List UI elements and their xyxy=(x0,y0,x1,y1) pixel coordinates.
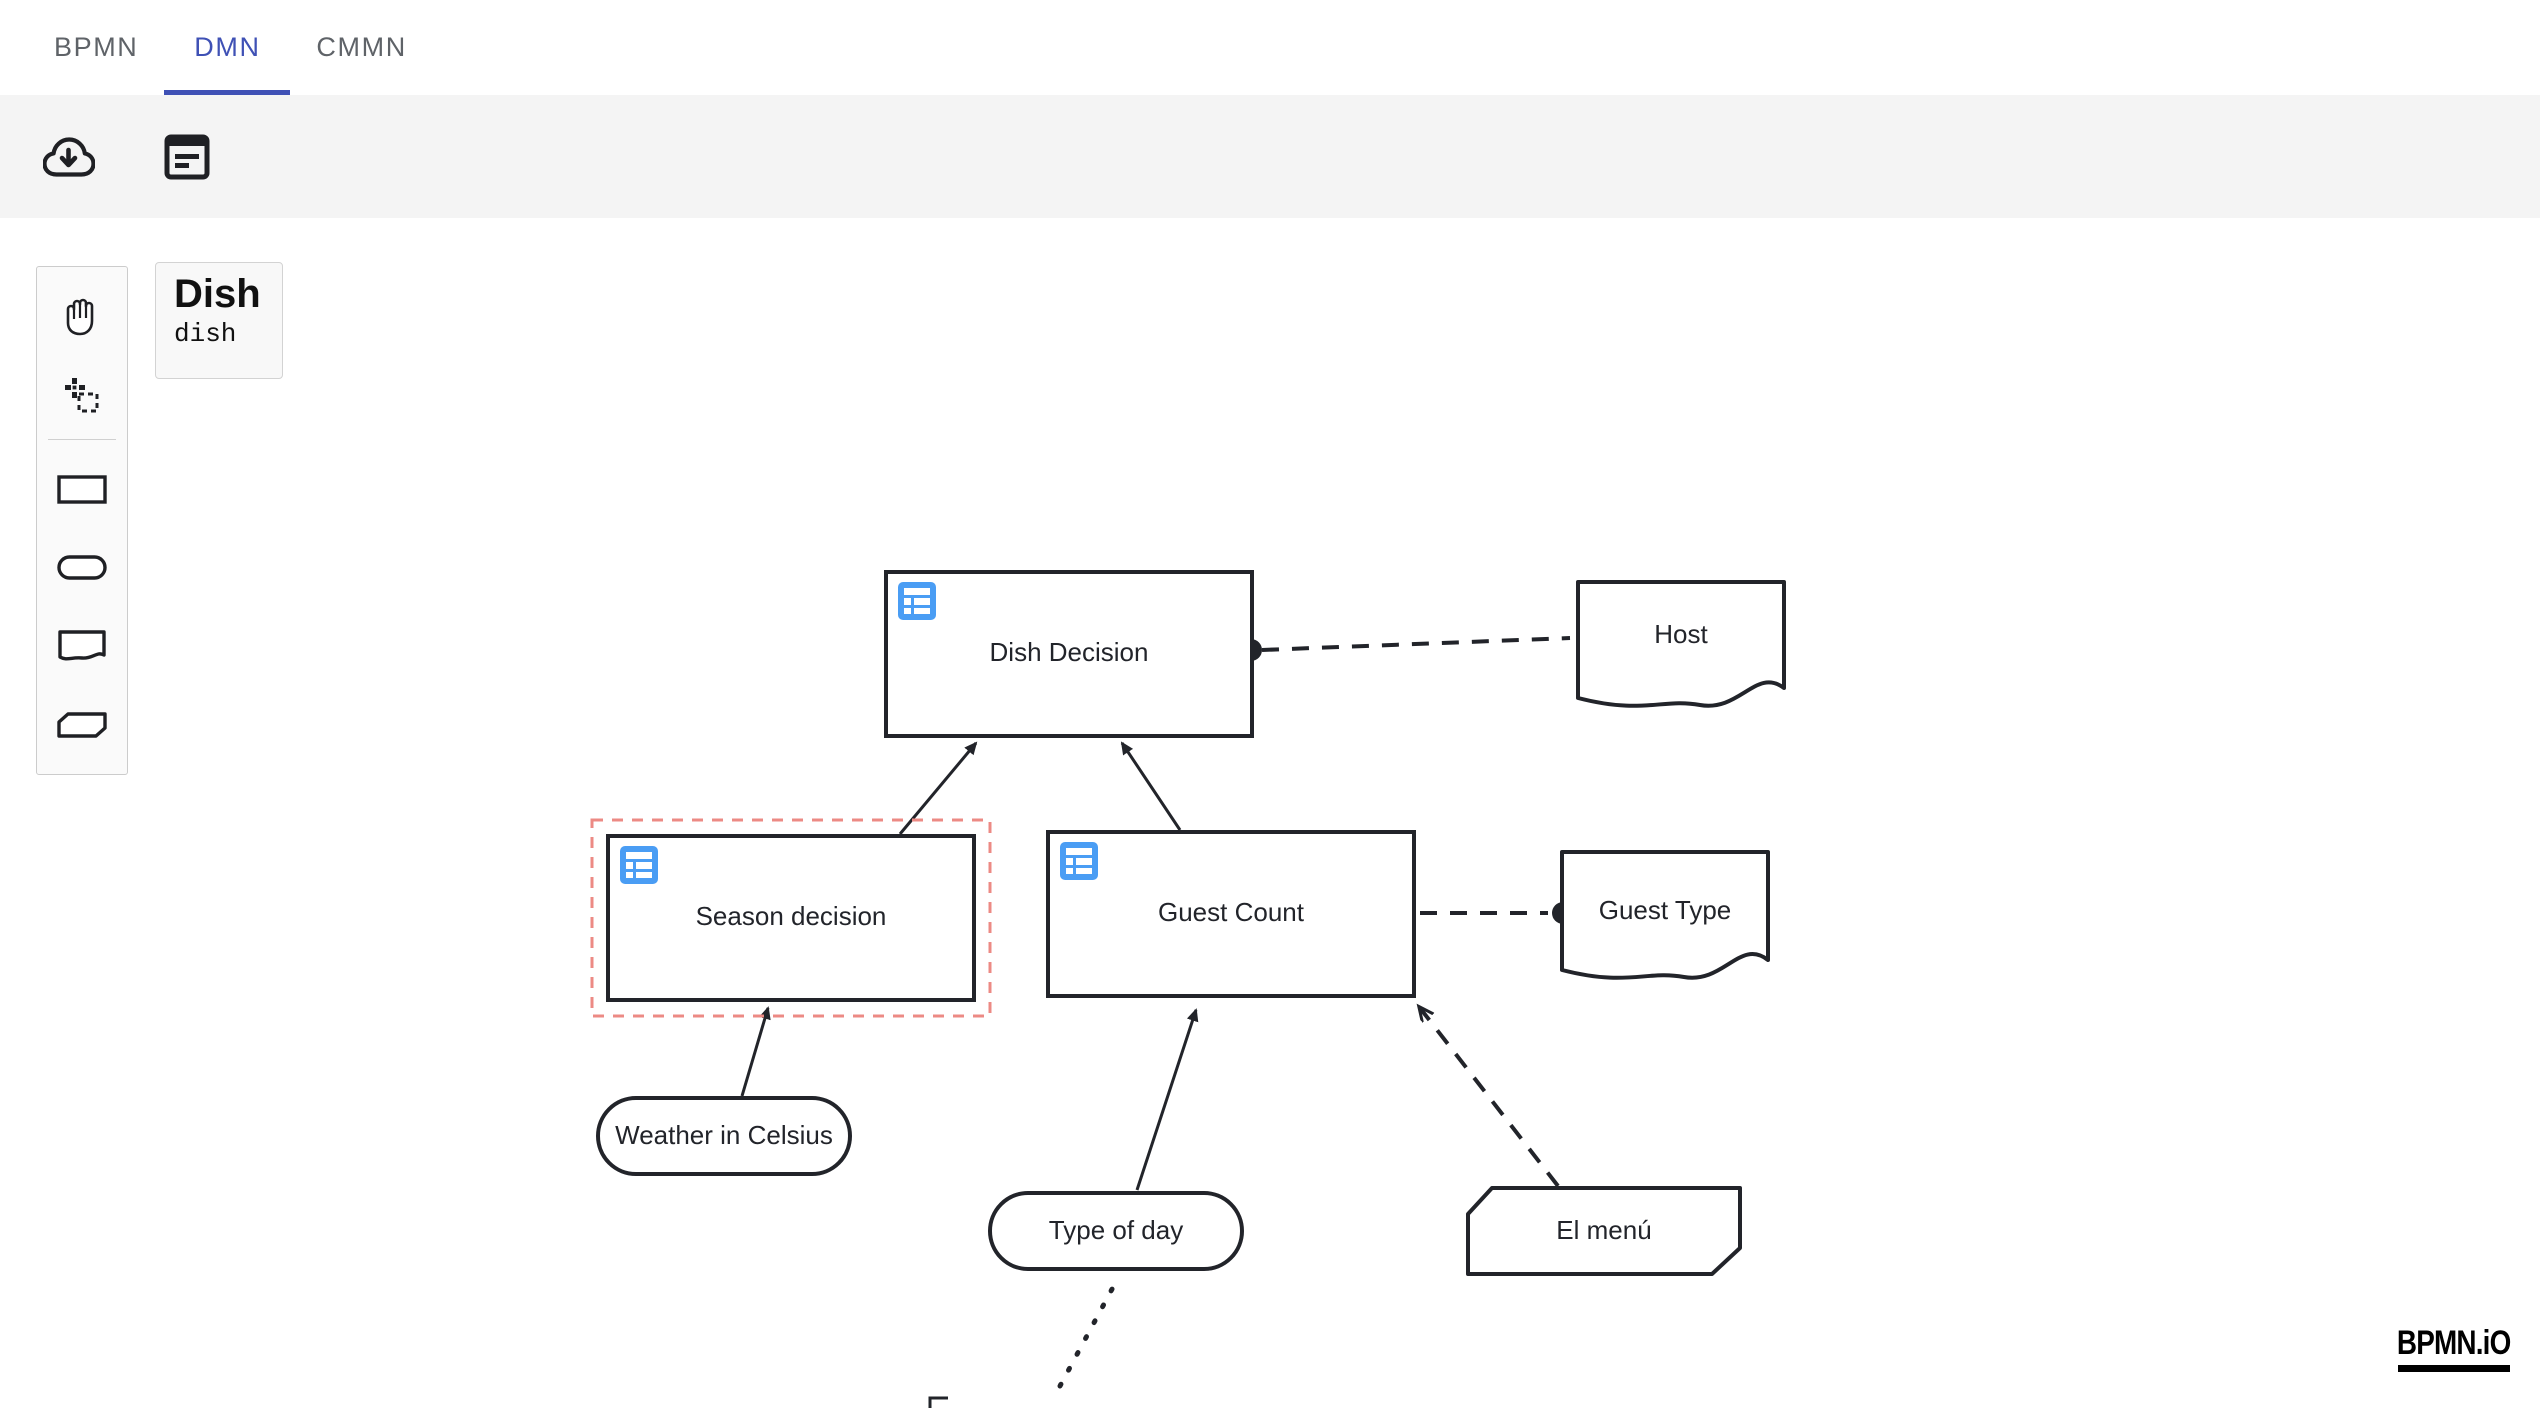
edge-guestcount-to-dish[interactable] xyxy=(1122,743,1180,830)
edge-guestcount-to-guesttype[interactable] xyxy=(1420,902,1574,924)
node-label-dish-decision: Dish Decision xyxy=(990,637,1149,667)
node-text-annotation[interactable]: Week day or week end xyxy=(930,1398,1160,1408)
editor-tabs: BPMN DMN CMMN xyxy=(0,0,2540,95)
tab-bpmn-label: BPMN xyxy=(54,32,138,63)
node-season-decision[interactable]: Season decision xyxy=(592,820,990,1016)
diagram-canvas[interactable]: Dish dish xyxy=(0,218,2540,1408)
tab-cmmn[interactable]: CMMN xyxy=(290,0,432,95)
decision-table-icon[interactable] xyxy=(620,846,658,884)
bpmn-io-logo-text: BPMN.iO xyxy=(2396,1324,2510,1363)
form-document-icon xyxy=(164,134,210,180)
bpmn-io-logo-bar xyxy=(2398,1365,2510,1372)
node-host[interactable]: Host xyxy=(1578,582,1784,706)
node-el-menu[interactable]: El menú xyxy=(1468,1188,1740,1274)
node-guest-type[interactable]: Guest Type xyxy=(1562,852,1768,978)
decision-table-icon[interactable] xyxy=(1060,842,1098,880)
decision-table-icon[interactable] xyxy=(898,582,936,620)
properties-panel-button[interactable] xyxy=(158,128,216,186)
tab-bpmn[interactable]: BPMN xyxy=(28,0,164,95)
tab-dmn[interactable]: DMN xyxy=(164,0,290,95)
drd-diagram[interactable]: Dish Decision Host Season dec xyxy=(0,218,2540,1408)
tab-cmmn-label: CMMN xyxy=(316,32,406,63)
edge-annotation-to-typeofday[interactable] xyxy=(1060,1278,1118,1386)
dmn-editor: BPMN DMN CMMN xyxy=(0,0,2540,1408)
tab-dmn-label: DMN xyxy=(194,32,260,63)
editor-toolbar xyxy=(0,95,2540,218)
node-type-of-day[interactable]: Type of day xyxy=(990,1193,1242,1269)
download-button[interactable] xyxy=(40,128,98,186)
edge-typeofday-to-guestcount[interactable] xyxy=(1137,1010,1196,1190)
node-weather-in-celsius[interactable]: Weather in Celsius xyxy=(598,1098,850,1174)
cloud-download-icon xyxy=(43,136,95,178)
node-dish-decision[interactable]: Dish Decision xyxy=(886,572,1252,736)
edge-elmenu-to-guestcount[interactable] xyxy=(1420,1008,1558,1186)
node-label-guest-count: Guest Count xyxy=(1158,897,1305,927)
node-label-type-of-day: Type of day xyxy=(1049,1215,1183,1245)
node-label-el-menu: El menú xyxy=(1556,1215,1651,1245)
edge-dish-to-host[interactable] xyxy=(1240,638,1570,661)
bpmn-io-logo: BPMN.iO xyxy=(2372,1324,2510,1372)
node-label-host: Host xyxy=(1654,619,1708,649)
node-guest-count[interactable]: Guest Count xyxy=(1048,832,1414,996)
node-label-weather: Weather in Celsius xyxy=(615,1120,833,1150)
node-label-season-decision: Season decision xyxy=(696,901,887,931)
edge-weather-to-season[interactable] xyxy=(742,1008,768,1096)
node-label-guest-type: Guest Type xyxy=(1599,895,1732,925)
